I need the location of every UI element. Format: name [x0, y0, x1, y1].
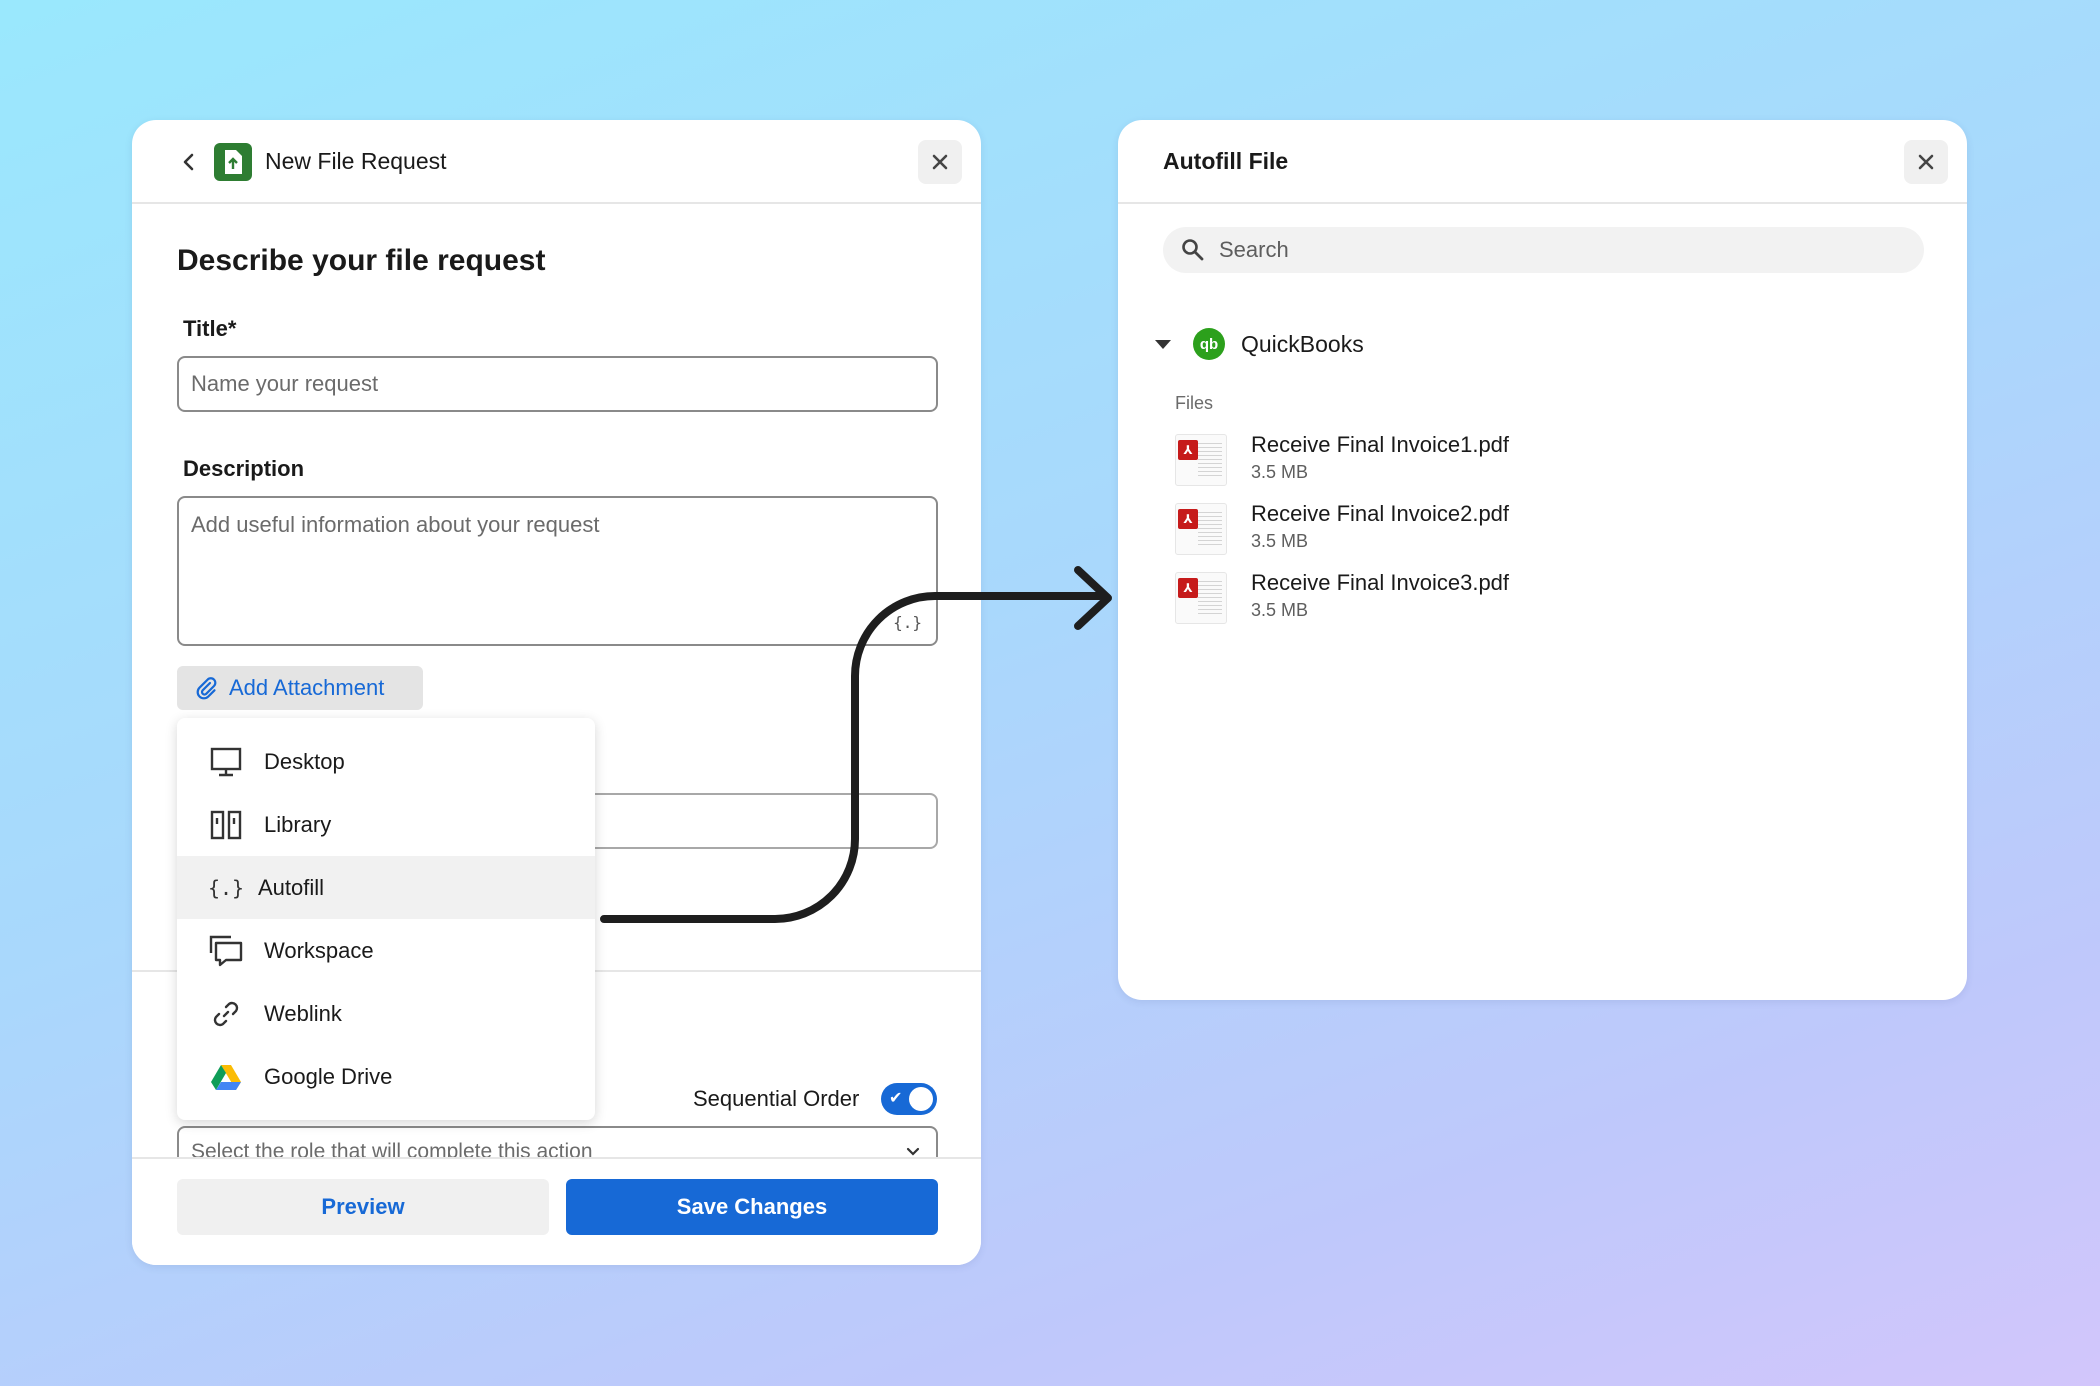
- search-input[interactable]: Search: [1163, 227, 1924, 273]
- file-name: Receive Final Invoice2.pdf: [1251, 501, 1510, 526]
- close-button[interactable]: [1904, 140, 1948, 184]
- section-title: Describe your file request: [177, 244, 546, 277]
- preview-label: Preview: [321, 1194, 405, 1219]
- title-placeholder: Name your request: [191, 371, 379, 396]
- file-size: 3.5 MB: [1251, 462, 1309, 482]
- save-changes-button[interactable]: Save Changes: [566, 1179, 938, 1235]
- files-heading: Files: [1175, 393, 1214, 413]
- preview-button[interactable]: Preview: [177, 1179, 549, 1235]
- sequential-order-label: Sequential Order: [693, 1086, 860, 1111]
- pdf-file-icon: ⅄: [1175, 572, 1227, 624]
- caret-down-icon[interactable]: [1153, 334, 1173, 354]
- search-placeholder: Search: [1219, 237, 1289, 262]
- back-button[interactable]: [174, 147, 204, 177]
- workspace-icon: [209, 934, 243, 968]
- panel-header: Autofill File: [1118, 120, 1967, 204]
- menu-item-label: Autofill: [258, 874, 325, 900]
- file-request-app-icon: [214, 143, 252, 181]
- autofill-braces-icon: {.}: [207, 875, 245, 900]
- pdf-file-icon: ⅄: [1175, 503, 1227, 555]
- chevron-left-icon: [183, 153, 194, 171]
- description-placeholder: Add useful information about your reques…: [191, 512, 600, 537]
- paperclip-icon: [196, 677, 217, 700]
- description-label: Description: [183, 456, 305, 481]
- file-row[interactable]: ⅄ Receive Final Invoice1.pdf 3.5 MB: [1175, 432, 1675, 492]
- autofill-file-panel: Autofill File Search qb QuickBooks Files…: [1118, 120, 1967, 1000]
- toggle-knob: [909, 1087, 933, 1111]
- link-icon: [209, 997, 243, 1031]
- panel-header: New File Request: [132, 120, 981, 204]
- close-icon: [1918, 154, 1934, 170]
- add-attachment-label: Add Attachment: [229, 675, 385, 700]
- save-changes-label: Save Changes: [676, 1194, 828, 1219]
- file-row[interactable]: ⅄ Receive Final Invoice2.pdf 3.5 MB: [1175, 501, 1675, 561]
- menu-item-label: Library: [264, 811, 332, 837]
- library-icon: [209, 808, 243, 842]
- quickbooks-logo: qb: [1193, 328, 1225, 360]
- file-name: Receive Final Invoice1.pdf: [1251, 432, 1510, 457]
- close-button[interactable]: [918, 140, 962, 184]
- title-input[interactable]: Name your request: [177, 356, 938, 412]
- google-drive-icon: [209, 1060, 243, 1094]
- panel-title: Autofill File: [1163, 148, 1289, 174]
- attachment-source-menu: Desktop Library {.} Autofill Workspace W…: [177, 718, 595, 1120]
- panel-footer: Preview Save Changes: [132, 1157, 981, 1265]
- monitor-icon: [209, 745, 243, 779]
- menu-item-label: Weblink: [264, 1000, 342, 1026]
- menu-item-label: Workspace: [264, 937, 374, 963]
- pdf-file-icon: ⅄: [1175, 434, 1227, 486]
- menu-item-workspace[interactable]: Workspace: [177, 919, 595, 982]
- menu-item-desktop[interactable]: Desktop: [177, 730, 595, 793]
- source-quickbooks[interactable]: qb QuickBooks: [1153, 323, 1364, 365]
- menu-item-google-drive[interactable]: Google Drive: [177, 1045, 595, 1108]
- close-icon: [932, 154, 948, 170]
- menu-item-weblink[interactable]: Weblink: [177, 982, 595, 1045]
- check-icon: ✔: [889, 1090, 903, 1107]
- autofill-token-button[interactable]: {.}: [893, 613, 922, 632]
- title-label: Title*: [183, 316, 237, 341]
- source-name: QuickBooks: [1241, 330, 1364, 357]
- description-textarea[interactable]: Add useful information about your reques…: [177, 496, 938, 646]
- file-name: Receive Final Invoice3.pdf: [1251, 570, 1510, 595]
- menu-item-library[interactable]: Library: [177, 793, 595, 856]
- menu-item-label: Google Drive: [264, 1063, 393, 1089]
- menu-item-label: Desktop: [264, 748, 345, 774]
- menu-item-autofill[interactable]: {.} Autofill: [177, 856, 595, 919]
- file-size: 3.5 MB: [1251, 531, 1309, 551]
- sequential-order-toggle[interactable]: ✔: [881, 1083, 937, 1115]
- page-title: New File Request: [265, 148, 447, 174]
- file-row[interactable]: ⅄ Receive Final Invoice3.pdf 3.5 MB: [1175, 570, 1675, 630]
- file-size: 3.5 MB: [1251, 600, 1309, 620]
- add-attachment-button[interactable]: Add Attachment: [177, 666, 423, 710]
- search-icon: [1182, 239, 1204, 261]
